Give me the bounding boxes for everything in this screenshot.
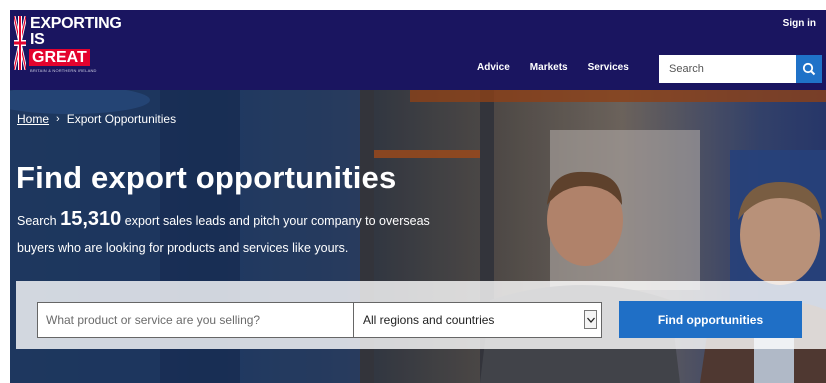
logo-word-great: GREAT xyxy=(29,49,90,66)
hero-banner: Home › Export Opportunities Find export … xyxy=(10,90,826,383)
opportunity-count: 15,310 xyxy=(60,208,122,230)
breadcrumb-separator: › xyxy=(56,113,60,125)
nav-services[interactable]: Services xyxy=(588,62,629,73)
sign-in-link[interactable]: Sign in xyxy=(783,18,816,29)
union-flag-icon xyxy=(14,16,26,70)
main-nav: Advice Markets Services xyxy=(477,62,649,73)
opportunity-search-form: All regions and countries Find opportuni… xyxy=(16,281,826,349)
logo-word-is: IS xyxy=(30,31,45,48)
chevron-down-icon xyxy=(584,310,597,329)
breadcrumb-current: Export Opportunities xyxy=(66,112,177,126)
breadcrumb: Home › Export Opportunities xyxy=(17,112,176,126)
hero-intro: Search 15,310 export sales leads and pit… xyxy=(17,206,437,262)
breadcrumb-home-link[interactable]: Home xyxy=(17,112,49,126)
site-search-input[interactable] xyxy=(659,55,796,83)
find-opportunities-button[interactable]: Find opportunities xyxy=(619,301,802,338)
search-icon xyxy=(802,62,816,76)
logo-subline: BRITAIN & NORTHERN IRELAND xyxy=(30,68,97,73)
region-select[interactable]: All regions and countries xyxy=(353,302,602,338)
exporting-is-great-logo[interactable]: EXPORTING IS GREAT BRITAIN & NORTHERN IR… xyxy=(14,16,124,78)
nav-advice[interactable]: Advice xyxy=(477,62,510,73)
page: EXPORTING IS GREAT BRITAIN & NORTHERN IR… xyxy=(10,10,826,383)
product-search-input[interactable] xyxy=(37,302,354,338)
region-select-value: All regions and countries xyxy=(363,313,495,327)
logo-word-exporting: EXPORTING xyxy=(30,15,122,32)
intro-lead: Search xyxy=(17,214,57,228)
page-title: Find export opportunities xyxy=(16,160,397,195)
site-header: EXPORTING IS GREAT BRITAIN & NORTHERN IR… xyxy=(10,10,826,90)
nav-markets[interactable]: Markets xyxy=(530,62,568,73)
site-search-button[interactable] xyxy=(796,55,822,83)
